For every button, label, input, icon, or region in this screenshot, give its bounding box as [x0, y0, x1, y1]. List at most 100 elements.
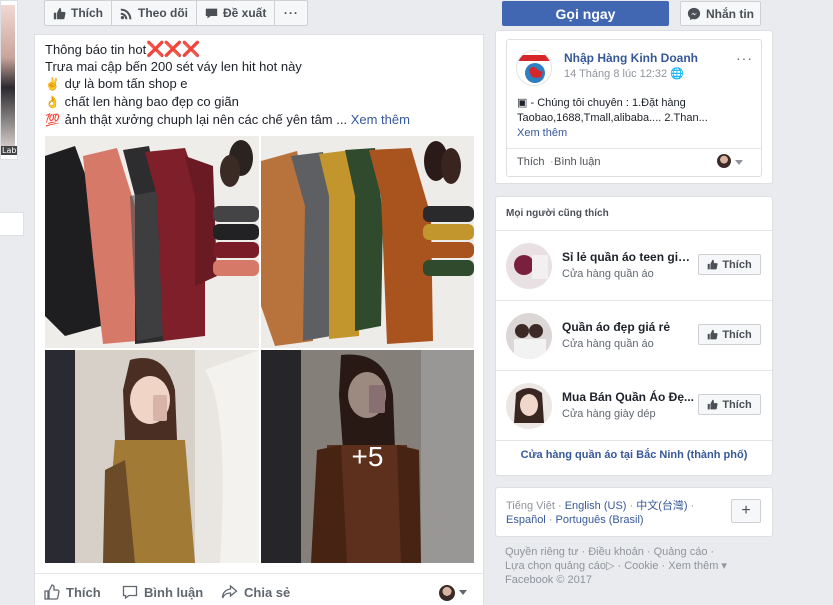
post-card: Thông báo tin hot❌❌❌ Trưa mai cập bến 20…: [34, 34, 485, 605]
related-page-category: Cửa hàng quần áo: [562, 268, 654, 280]
related-page-like-label: Thích: [722, 328, 752, 341]
related-page-avatar[interactable]: [506, 313, 552, 359]
embedded-post-card: Nhập Hàng Kinh Doanh 14 Tháng 8 lúc 12:3…: [495, 30, 773, 184]
rss-icon: [120, 8, 132, 19]
embedded-like-link[interactable]: Thích: [517, 156, 545, 168]
embedded-comment-link[interactable]: Bình luận: [554, 156, 600, 168]
related-page-row: Quần áo đẹp giá rẻ Cửa hàng quần áo Thíc…: [496, 301, 772, 371]
related-page-title[interactable]: Mua Bán Quần Áo Đẹ...: [562, 390, 694, 404]
embedded-viewer-avatar[interactable]: [717, 154, 731, 168]
post-share-button[interactable]: Chia sẻ: [221, 584, 290, 600]
send-message-button[interactable]: Nhắn tin: [680, 1, 761, 26]
post-line-3: dự là bom tấn shop e: [64, 76, 188, 91]
embedded-post: Nhập Hàng Kinh Doanh 14 Tháng 8 lúc 12:3…: [506, 39, 762, 177]
embedded-body-line-2: Taobao,1688,Tmall,alibaba.... 2.Than...: [517, 112, 708, 124]
thumbs-up-icon: [44, 584, 60, 600]
related-page-category: Cửa hàng quần áo: [562, 338, 654, 350]
post-comment-button[interactable]: Bình luận: [122, 584, 203, 600]
viewer-avatar[interactable]: [439, 585, 455, 601]
thumbs-up-icon: [708, 259, 718, 270]
page-photo-2: [506, 313, 552, 359]
post-like-label: Thích: [66, 584, 101, 600]
follow-label: Theo dõi: [138, 6, 188, 20]
post-photo-3[interactable]: [45, 350, 259, 563]
suggest-button[interactable]: Đề xuất: [196, 0, 276, 26]
victory-hand-icon: ✌: [45, 77, 60, 91]
thumbs-up-icon: [708, 329, 718, 340]
language-portuguese[interactable]: Português (Brasil): [556, 514, 644, 526]
ads-link[interactable]: Quảng cáo: [654, 546, 708, 558]
embedded-post-date: 14 Tháng 8 lúc 12:32 🌐: [564, 67, 684, 80]
language-english[interactable]: English (US): [565, 500, 627, 512]
left-profile-thumbnail[interactable]: Lab: [0, 0, 18, 160]
ad-choices-icon: ▷: [605, 560, 615, 572]
embedded-page-name[interactable]: Nhập Hàng Kinh Doanh: [564, 51, 698, 65]
language-chinese[interactable]: 中文(台灣): [636, 500, 687, 512]
related-page-avatar[interactable]: [506, 243, 552, 289]
chevron-down-icon[interactable]: [459, 590, 467, 595]
related-page-title[interactable]: Quần áo đẹp giá rẻ: [562, 320, 694, 334]
separator-dot: ·: [687, 500, 695, 512]
world-map-logo-icon: [517, 51, 551, 85]
separator-dot: ·: [626, 500, 637, 512]
embedded-post-body: ▣ - Chúng tôi chuyên : 1.Đặt hàng Taobao…: [517, 96, 753, 141]
ad-choices-link[interactable]: Lựa chọn quảng cáo: [505, 560, 606, 572]
more-options-label: ···: [283, 6, 299, 20]
post-action-bar: Thích Bình luận Chia sẻ: [35, 573, 485, 605]
call-now-label: Gọi ngay: [555, 5, 616, 22]
related-page-like-button[interactable]: Thích: [698, 254, 761, 275]
related-page-avatar[interactable]: [506, 383, 552, 429]
call-now-button[interactable]: Gọi ngay: [502, 1, 669, 26]
suggest-label: Đề xuất: [223, 6, 267, 20]
thumbnail-label: Lab: [1, 146, 17, 155]
model-mustard-dress-image: [45, 350, 259, 563]
like-page-label: Thích: [71, 6, 103, 20]
post-line-1: Thông báo tin hot: [45, 42, 147, 57]
cookie-link[interactable]: Cookie: [624, 560, 658, 572]
thumbs-up-icon: [708, 399, 718, 410]
page-photo-1: [506, 243, 552, 289]
hundred-points-icon: 💯: [45, 113, 60, 127]
post-like-button[interactable]: Thích: [43, 584, 101, 600]
post-comment-label: Bình luận: [144, 584, 204, 600]
page-photo-3: [506, 383, 552, 429]
see-more-link[interactable]: Xem thêm: [351, 112, 410, 127]
post-photo-1[interactable]: [45, 136, 259, 348]
current-language: Tiếng Việt: [506, 500, 555, 512]
post-share-label: Chia sẻ: [244, 584, 291, 600]
page-logo[interactable]: [516, 50, 552, 86]
more-languages-button[interactable]: +: [731, 499, 761, 523]
category-location-link[interactable]: Cửa hàng quần áo tại Bắc Ninh (thành phố…: [496, 449, 772, 461]
post-line-5: ảnh thật xưởng chuph lại nên các chế yên…: [64, 112, 348, 127]
language-card: Tiếng Việt · English (US) · 中文(台灣) · Esp…: [495, 487, 773, 537]
related-page-title[interactable]: Sỉ lẻ quần áo teen giá...: [562, 250, 694, 264]
post-line-4: chất len hàng bao đẹp co giãn: [64, 94, 239, 109]
copyright-text: Facebook © 2017: [505, 574, 592, 586]
ok-hand-icon: 👌: [45, 95, 60, 109]
more-options-button[interactable]: ···: [274, 0, 309, 26]
language-list: Tiếng Việt · English (US) · 中文(台灣) · Esp…: [506, 499, 736, 527]
post-photo-4[interactable]: +5: [261, 350, 474, 563]
related-page-like-label: Thích: [722, 258, 752, 271]
embedded-more-button[interactable]: ···: [736, 50, 753, 66]
footer-links: Quyền riêng tư · Điều khoản · Quảng cáo …: [505, 546, 727, 586]
post-photo-2[interactable]: [261, 136, 474, 348]
follow-button[interactable]: Theo dõi: [111, 0, 197, 26]
privacy-link[interactable]: Quyền riêng tư: [505, 546, 578, 558]
language-spanish[interactable]: Español: [506, 514, 546, 526]
more-link[interactable]: Xem thêm: [668, 560, 718, 572]
related-page-like-button[interactable]: Thích: [698, 324, 761, 345]
separator-dot: ·: [554, 500, 565, 512]
related-page-like-button[interactable]: Thích: [698, 394, 761, 415]
like-page-button[interactable]: Thích: [44, 0, 112, 26]
more-photos-overlay[interactable]: +5: [261, 350, 474, 563]
related-page-category: Cửa hàng giày dép: [562, 408, 656, 420]
embedded-see-more-link[interactable]: Xem thêm: [517, 126, 753, 141]
terms-link[interactable]: Điều khoản: [588, 546, 644, 558]
chevron-down-icon[interactable]: [735, 160, 743, 165]
post-text: Thông báo tin hot❌❌❌ Trưa mai cập bến 20…: [45, 41, 410, 129]
globe-icon: 🌐: [670, 68, 684, 80]
cardigans-dark-image: [45, 136, 259, 348]
post-line-2: Trưa mai cập bến 200 sét váy len hit hot…: [45, 59, 302, 74]
comment-icon: [122, 585, 138, 600]
